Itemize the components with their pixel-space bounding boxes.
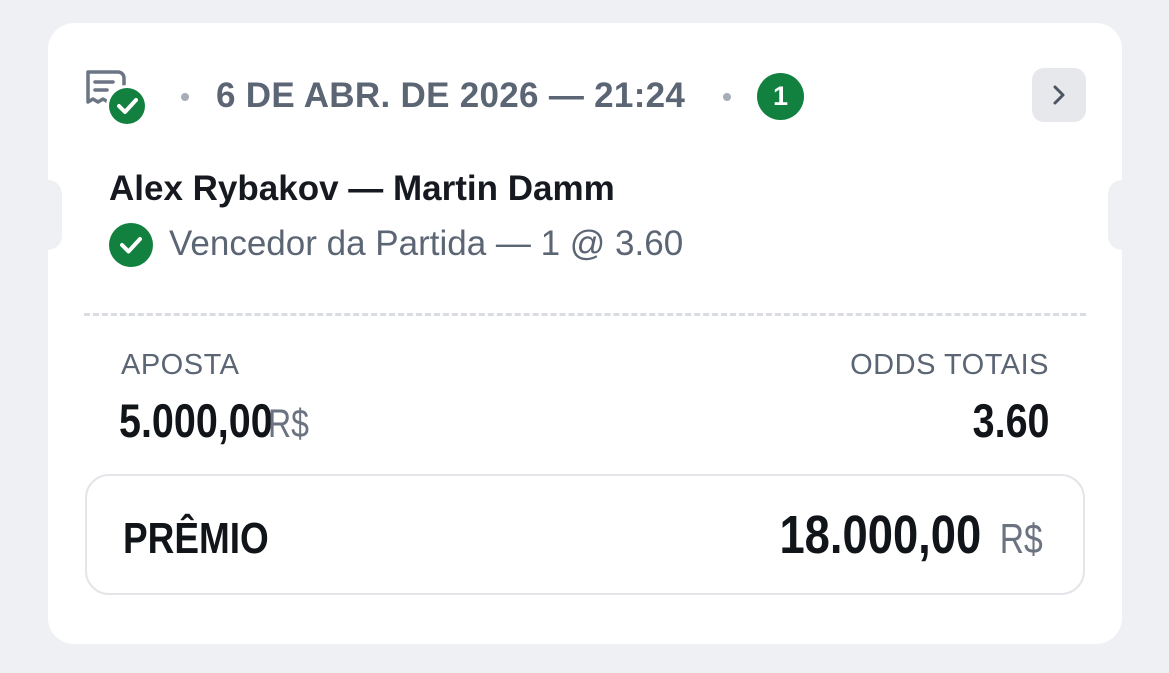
prize-box: PRÊMIO 18.000,00 R$ — [85, 474, 1085, 595]
total-odds-value: 3.60 — [972, 394, 1049, 447]
selection-text: Vencedor da Partida — 1 @ 3.60 — [169, 224, 684, 263]
total-odds-label: ODDS TOTAIS — [850, 349, 1049, 381]
prize-label: PRÊMIO — [123, 514, 269, 563]
stake-label: APOSTA — [121, 349, 240, 381]
stake-currency: R$ — [267, 402, 309, 446]
total-odds-amount: 3.60 — [958, 393, 1049, 448]
stake-amount: 5.000,00R$ — [119, 393, 319, 448]
ticket-check-icon — [84, 68, 150, 128]
open-bet-details-button[interactable] — [1032, 68, 1086, 122]
bet-header: 6 DE ABR. DE 2026 — 21:24 1 — [84, 66, 1086, 128]
bet-date-time: 6 DE ABR. DE 2026 — 21:24 — [216, 76, 686, 115]
prize-currency: R$ — [1000, 515, 1043, 562]
selections-count-badge: 1 — [757, 73, 804, 120]
separator-dot — [181, 93, 189, 101]
dashed-divider — [84, 313, 1086, 316]
check-circle-icon — [109, 223, 153, 267]
chevron-right-icon — [1053, 85, 1065, 105]
match-title: Alex Rybakov — Martin Damm — [109, 169, 615, 208]
ticket-notch-left — [44, 180, 62, 250]
prize-value: 18.000,00 — [779, 505, 981, 565]
stake-value: 5.000,00 — [119, 394, 273, 447]
ticket-notch-right — [1108, 180, 1126, 250]
prize-amount: 18.000,00 R$ — [741, 504, 1043, 566]
separator-dot — [723, 93, 731, 101]
